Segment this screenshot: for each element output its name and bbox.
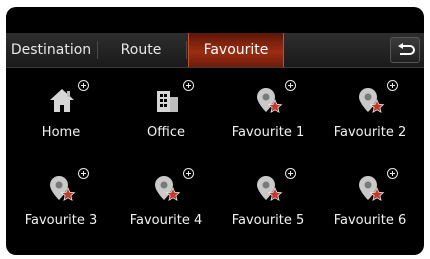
favourite-label: Favourite 3: [24, 213, 98, 228]
favourite-pin-icon: [359, 88, 385, 114]
favourite-pin-icon: [359, 176, 385, 202]
tab-destination[interactable]: Destination: [6, 33, 96, 67]
favourite-label: Favourite 5: [231, 213, 305, 228]
favourite-home[interactable]: Home: [9, 75, 113, 157]
favourite-pin-icon: [257, 176, 283, 202]
favourite-label: Office: [147, 125, 185, 140]
favourite-5[interactable]: Favourite 5: [216, 163, 320, 245]
favourite-label: Favourite 2: [333, 125, 407, 140]
favourites-grid: Home Office Favourite 1 Favourite 2 Favo…: [6, 75, 424, 247]
favourite-1[interactable]: Favourite 1: [216, 75, 320, 157]
add-icon: [285, 168, 296, 179]
favourite-label: Favourite 6: [333, 213, 407, 228]
favourite-label: Favourite 4: [129, 213, 203, 228]
favourite-pin-icon: [257, 88, 283, 114]
navigation-screen: Destination Route Favourite Home Office …: [6, 7, 424, 255]
favourite-pin-icon: [50, 176, 76, 202]
add-icon: [78, 80, 89, 91]
favourite-label: Home: [41, 125, 81, 140]
office-building-icon: [157, 91, 178, 112]
favourite-pin-icon: [155, 176, 181, 202]
favourite-3[interactable]: Favourite 3: [9, 163, 113, 245]
add-icon: [387, 80, 398, 91]
add-icon: [285, 80, 296, 91]
add-icon: [183, 80, 194, 91]
tab-bar: Destination Route Favourite: [6, 33, 424, 68]
tab-favourite[interactable]: Favourite: [188, 33, 284, 67]
tab-route[interactable]: Route: [98, 33, 184, 67]
back-button[interactable]: [390, 37, 420, 63]
tab-divider: [186, 41, 187, 59]
favourite-6[interactable]: Favourite 6: [318, 163, 422, 245]
home-icon: [50, 89, 74, 112]
add-icon: [387, 168, 398, 179]
favourite-office[interactable]: Office: [114, 75, 218, 157]
add-icon: [183, 168, 194, 179]
favourite-4[interactable]: Favourite 4: [114, 163, 218, 245]
favourite-2[interactable]: Favourite 2: [318, 75, 422, 157]
favourite-label: Favourite 1: [231, 125, 305, 140]
add-icon: [78, 168, 89, 179]
return-arrow-icon: [398, 43, 415, 55]
